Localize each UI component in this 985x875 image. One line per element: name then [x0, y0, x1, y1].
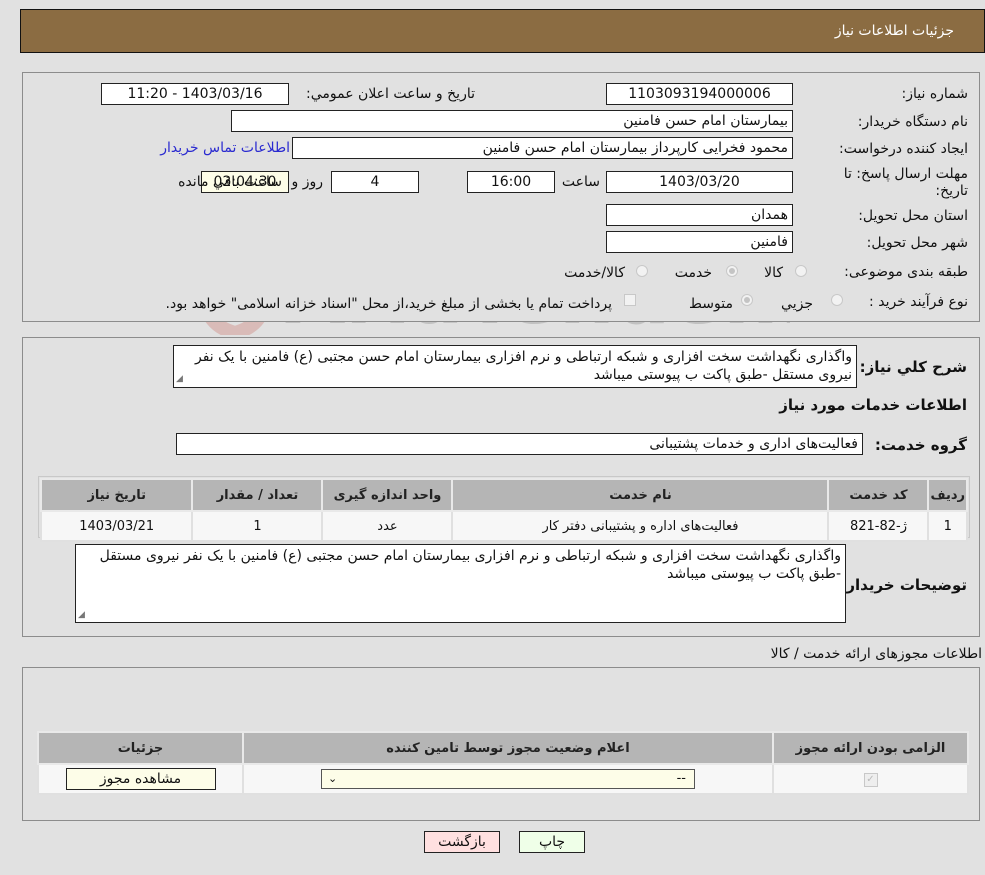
- buyer-notes-label: توضيحات خريدار:: [840, 576, 967, 594]
- process-label: نوع فرآيند خريد :: [869, 294, 968, 310]
- permits-heading: اطلاعات مجوزهای ارائه خدمت / کالا: [770, 646, 982, 662]
- print-button[interactable]: چاپ: [519, 831, 585, 853]
- col-permit-details: جزئيات: [37, 731, 244, 765]
- cell-unit: عدد: [321, 510, 454, 542]
- time-label: ساعت: [561, 174, 600, 190]
- cell-permit-details: مشاهده مجوز: [37, 763, 244, 795]
- service-group-field: فعاليت‌های اداری و خدمات پشتيبانی: [176, 433, 863, 455]
- process-option-minor: جزيي: [781, 296, 813, 312]
- cell-service-name: فعاليت‌های اداره و پشتيبانی دفتر کار: [451, 510, 830, 542]
- deadline-date-field: 1403/03/20: [606, 171, 793, 193]
- view-permit-button[interactable]: مشاهده مجوز: [65, 768, 216, 790]
- permits-table-header: الزامی بودن ارائه مجوز اعلام وضعيت مجوز …: [37, 731, 969, 765]
- buyer-notes-textarea[interactable]: واگذاری نگهداشت سخت افزاری و شبکه ارتباط…: [75, 544, 846, 623]
- col-service-code: کد خدمت: [827, 478, 930, 512]
- buyer-org-label: نام دستگاه خريدار:: [857, 114, 968, 130]
- category-radio-service[interactable]: [726, 265, 738, 277]
- table-row: ✓ -- ⌄ مشاهده مجوز: [37, 763, 969, 795]
- cell-quantity: 1: [191, 510, 324, 542]
- permits-table: الزامی بودن ارائه مجوز اعلام وضعيت مجوز …: [37, 731, 969, 795]
- category-radio-goods-service[interactable]: [636, 265, 648, 277]
- chevron-down-icon: ⌄: [328, 772, 338, 785]
- need-number-label: شماره نیاز:: [901, 86, 969, 102]
- resize-grip-icon[interactable]: ◢: [176, 374, 183, 384]
- category-label: طبقه بندی موضوعی:: [844, 264, 968, 280]
- buyer-notes-text: واگذاری نگهداشت سخت افزاری و شبکه ارتباط…: [99, 548, 841, 582]
- category-option-service: خدمت: [674, 265, 712, 281]
- cell-permit-required: ✓: [772, 763, 969, 795]
- permit-status-select[interactable]: -- ⌄: [321, 769, 695, 789]
- deadline-label-2: تاریخ:: [935, 183, 968, 199]
- page-title: جزئیات اطلاعات نیاز: [834, 23, 954, 39]
- cell-service-code: ژ-82-821: [827, 510, 930, 542]
- col-row: رديف: [927, 478, 968, 512]
- process-radio-minor[interactable]: [831, 294, 843, 306]
- back-button[interactable]: بازگشت: [424, 831, 500, 853]
- col-need-date: تاريخ نياز: [39, 478, 194, 512]
- buyer-org-field: بيمارستان امام حسن فامنين: [231, 110, 793, 132]
- category-option-goods-service: کالا/خدمت: [564, 265, 625, 281]
- description-textarea[interactable]: واگذاری نگهداشت سخت افزاری و شبکه ارتباط…: [173, 345, 857, 388]
- treasury-text: پرداخت تمام يا بخشی از مبلغ خريد،از محل …: [165, 296, 612, 312]
- cell-row: 1: [927, 510, 968, 542]
- resize-grip-icon[interactable]: ◢: [78, 610, 85, 620]
- permit-required-checkbox[interactable]: ✓: [863, 773, 878, 787]
- process-option-medium: متوسط: [689, 296, 733, 312]
- category-option-goods: کالا: [764, 265, 783, 281]
- services-table: رديف کد خدمت نام خدمت واحد اندازه گيری ت…: [39, 478, 968, 542]
- cell-need-date: 1403/03/21: [39, 510, 194, 542]
- days-label: روز و: [291, 174, 324, 190]
- need-number-field: 1103093194000006: [606, 83, 793, 105]
- city-label: شهر محل تحويل:: [866, 235, 968, 251]
- col-permit-required: الزامی بودن ارائه مجوز: [772, 731, 969, 765]
- description-text: واگذاری نگهداشت سخت افزاری و شبکه ارتباط…: [194, 349, 852, 383]
- col-permit-status: اعلام وضعيت مجوز توسط تامين کننده: [242, 731, 774, 765]
- deadline-label: مهلت ارسال پاسخ: تا: [843, 166, 968, 182]
- services-table-header: رديف کد خدمت نام خدمت واحد اندازه گيری ت…: [39, 478, 968, 512]
- col-service-name: نام خدمت: [451, 478, 830, 512]
- service-group-label: گروه خدمت:: [874, 436, 967, 454]
- city-field: فامنين: [606, 231, 793, 253]
- cell-permit-status: -- ⌄: [242, 763, 774, 795]
- days-field: 4: [331, 171, 419, 193]
- process-radio-medium[interactable]: [741, 294, 753, 306]
- col-quantity: تعداد / مقدار: [191, 478, 324, 512]
- page-header: جزئیات اطلاعات نیاز: [20, 9, 985, 53]
- province-field: همدان: [606, 204, 793, 226]
- category-radio-goods[interactable]: [795, 265, 807, 277]
- table-row: 1 ژ-82-821 فعاليت‌های اداره و پشتيبانی د…: [39, 510, 968, 542]
- remaining-label: ساعت باقي مانده: [178, 174, 282, 190]
- permit-status-value: --: [676, 771, 686, 786]
- col-unit: واحد اندازه گيری: [321, 478, 454, 512]
- province-label: استان محل تحويل:: [858, 208, 968, 224]
- services-heading: اطلاعات خدمات مورد نياز: [779, 396, 967, 414]
- treasury-checkbox[interactable]: [624, 294, 636, 306]
- announce-label: تاريخ و ساعت اعلان عمومي:: [306, 86, 475, 102]
- description-label: شرح کلي نياز:: [859, 358, 967, 376]
- creator-field: محمود فخرايی کارپرداز بيمارستان امام حسن…: [292, 137, 793, 159]
- announce-field: 1403/03/16 - 11:20: [101, 83, 289, 105]
- deadline-time-field: 16:00: [467, 171, 555, 193]
- buyer-contact-link[interactable]: اطلاعات تماس خريدار: [160, 140, 290, 156]
- creator-label: ايجاد کننده درخواست:: [839, 141, 968, 157]
